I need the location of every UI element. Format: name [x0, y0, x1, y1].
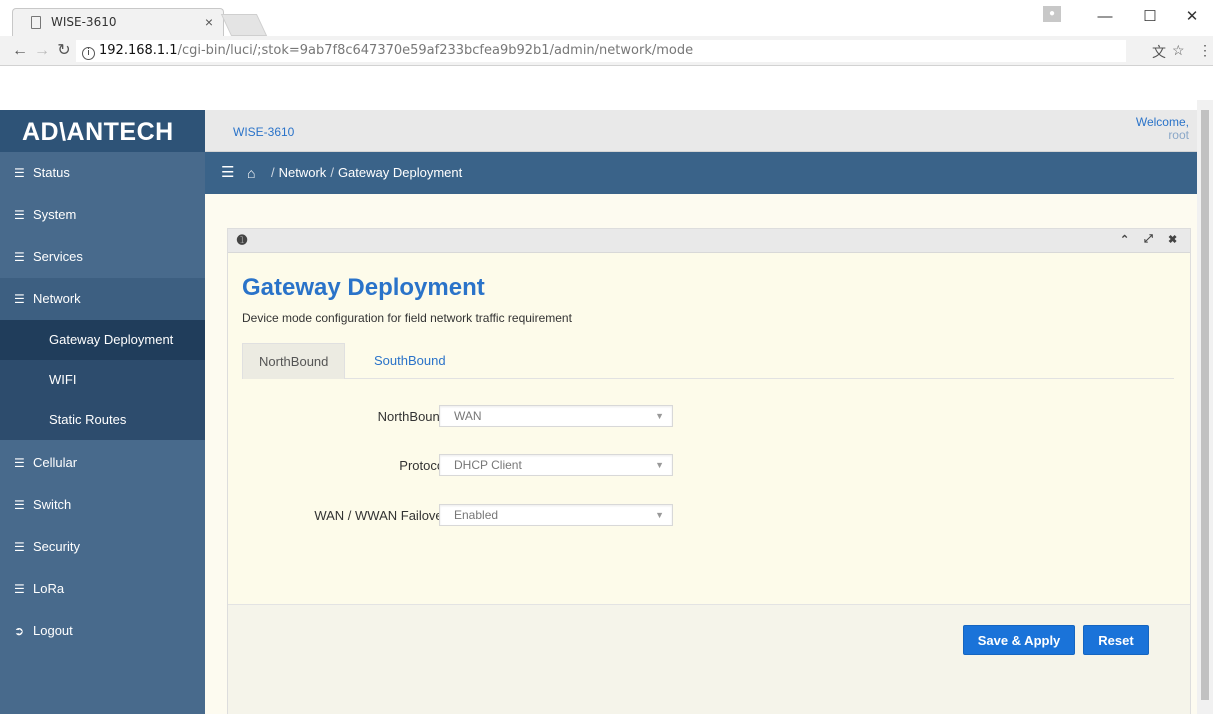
tab-bar: NorthBound SouthBound — [242, 343, 1174, 379]
sidebar-item-label: Cellular — [33, 455, 78, 470]
reload-icon[interactable]: ↻ — [54, 41, 74, 61]
forward-icon[interactable]: → — [32, 41, 52, 61]
sidebar-item-network[interactable]: ☰ Network — [0, 278, 205, 320]
advantech-logo: AD\ANTECH — [22, 118, 174, 146]
url-host: 192.168.1.1 — [99, 43, 178, 58]
collapse-icon[interactable]: ⌃ — [1120, 233, 1129, 246]
panel-close-icon[interactable]: ✖ — [1168, 233, 1177, 246]
list-icon: ☰ — [14, 582, 25, 596]
page-title: Gateway Deployment — [242, 274, 485, 301]
protocol-value: DHCP Client — [454, 458, 522, 472]
sidebar-item-cellular[interactable]: ☰ Cellular — [0, 442, 205, 484]
chevron-down-icon: ▼ — [655, 460, 664, 470]
home-icon[interactable]: ⌂ — [247, 152, 255, 194]
northbound-value: WAN — [454, 409, 482, 423]
translate-icon[interactable]: 文 — [1152, 42, 1166, 62]
form-row-protocol: Protocol DHCP Client ▼ — [228, 454, 1192, 478]
sidebar-subitem-gateway-deployment[interactable]: Gateway Deployment — [0, 320, 205, 360]
browser-toolbar: ← → ↻ i 192.168.1.1/cgi-bin/luci/;stok=9a… — [0, 36, 1213, 66]
tab-title: WISE-3610 — [51, 15, 117, 29]
sidebar-item-label: Switch — [33, 497, 72, 512]
form-actions: Save & Apply Reset — [228, 604, 1190, 714]
form-row-northbound: NorthBound WAN ▼ — [228, 405, 1192, 429]
maximize-icon[interactable]: ☐ — [1130, 4, 1170, 30]
sidebar-item-services[interactable]: ☰ Services — [0, 236, 205, 278]
close-icon[interactable]: ✕ — [1172, 4, 1212, 30]
minimize-icon[interactable]: — — [1085, 4, 1125, 30]
hamburger-icon[interactable]: ☰ — [221, 152, 234, 194]
sidebar-item-label: Security — [33, 539, 80, 554]
list-icon: ☰ — [14, 250, 25, 264]
back-icon[interactable]: ← — [10, 41, 30, 61]
tab-southbound[interactable]: SouthBound — [358, 343, 462, 379]
logo-bar: AD\ANTECH — [0, 110, 205, 152]
page-scrollbar[interactable] — [1197, 100, 1213, 714]
chevron-down-icon: ▼ — [655, 510, 664, 520]
northbound-select[interactable]: WAN ▼ — [439, 405, 673, 427]
browser-tabstrip: WISE-3610 × ● — ☐ ✕ — [0, 0, 1213, 36]
failover-value: Enabled — [454, 508, 499, 522]
sidebar-item-system[interactable]: ☰ System — [0, 194, 205, 236]
address-bar[interactable]: i 192.168.1.1/cgi-bin/luci/;stok=9ab7f8c6… — [76, 40, 1126, 62]
sidebar: ☰ Status ☰ System ☰ Services ☰ Network Gatew… — [0, 152, 205, 714]
breadcrumb-network[interactable]: Network — [279, 165, 327, 180]
sidebar-subitem-wifi[interactable]: WIFI — [0, 360, 205, 400]
url-path: /cgi-bin/luci/;stok=9ab7f8c647370e59af23… — [177, 43, 694, 58]
list-icon: ☰ — [14, 292, 25, 306]
config-panel: ➊ ⌃ ⤢ ✖ Gateway Deployment Device mode c… — [227, 228, 1191, 714]
sidebar-item-label: Status — [33, 165, 70, 180]
main-content: ➊ ⌃ ⤢ ✖ Gateway Deployment Device mode c… — [205, 194, 1197, 714]
northbound-label: NorthBound — [377, 409, 447, 424]
device-name: WISE-3610 — [233, 125, 295, 139]
sidebar-item-switch[interactable]: ☰ Switch — [0, 484, 205, 526]
sidebar-subitem-static-routes[interactable]: Static Routes — [0, 400, 205, 440]
top-bar: WISE-3610 Welcome, root — [205, 110, 1197, 152]
form-row-failover: WAN / WWAN Failover Enabled ▼ — [228, 504, 1192, 528]
user-name[interactable]: root — [1136, 129, 1189, 142]
menu-icon[interactable]: ⋮ — [1198, 42, 1212, 59]
welcome-user: Welcome, root — [1136, 116, 1189, 142]
sidebar-item-status[interactable]: ☰ Status — [0, 152, 205, 194]
sidebar-item-label: System — [33, 207, 77, 222]
sidebar-item-lora[interactable]: ☰ LoRa — [0, 568, 205, 610]
expand-icon[interactable]: ⤢ — [1144, 233, 1153, 246]
chevron-down-icon: ▼ — [655, 411, 664, 421]
sidebar-item-label: Logout — [33, 623, 73, 638]
breadcrumb-trail: / Network / Gateway Deployment — [271, 165, 463, 180]
page-description: Device mode configuration for field netw… — [242, 311, 572, 325]
info-icon[interactable]: i — [82, 47, 95, 60]
sidebar-item-label: LoRa — [33, 581, 65, 596]
list-icon: ☰ — [14, 498, 25, 512]
tab-northbound[interactable]: NorthBound — [242, 343, 346, 379]
breadcrumb: ☰ ⌂ / Network / Gateway Deployment — [205, 152, 1197, 194]
sidebar-item-security[interactable]: ☰ Security — [0, 526, 205, 568]
save-apply-button[interactable]: Save & Apply — [963, 625, 1075, 655]
content-top-spacer — [0, 67, 1197, 110]
new-tab-button[interactable] — [220, 14, 268, 36]
page-icon — [31, 16, 41, 29]
protocol-select[interactable]: DHCP Client ▼ — [439, 454, 673, 476]
list-icon: ☰ — [14, 208, 25, 222]
reset-button[interactable]: Reset — [1083, 625, 1149, 655]
list-icon: ☰ — [14, 456, 25, 470]
info-circle-icon: ➊ — [237, 233, 248, 247]
browser-tab[interactable]: WISE-3610 × — [12, 8, 224, 36]
scrollbar-thumb[interactable] — [1201, 110, 1209, 700]
failover-label: WAN / WWAN Failover — [314, 508, 447, 523]
tab-close-icon[interactable]: × — [205, 14, 213, 30]
logout-icon: ➲ — [14, 624, 25, 638]
profile-icon[interactable]: ● — [1043, 6, 1061, 22]
breadcrumb-current: Gateway Deployment — [337, 165, 463, 180]
sidebar-item-label: Network — [33, 291, 81, 306]
list-icon: ☰ — [14, 540, 25, 554]
list-icon: ☰ — [14, 166, 25, 180]
failover-select[interactable]: Enabled ▼ — [439, 504, 673, 526]
panel-header: ➊ ⌃ ⤢ ✖ — [228, 229, 1190, 253]
sidebar-item-logout[interactable]: ➲ Logout — [0, 610, 205, 652]
star-icon[interactable]: ☆ — [1172, 42, 1185, 59]
sidebar-item-label: Services — [33, 249, 83, 264]
